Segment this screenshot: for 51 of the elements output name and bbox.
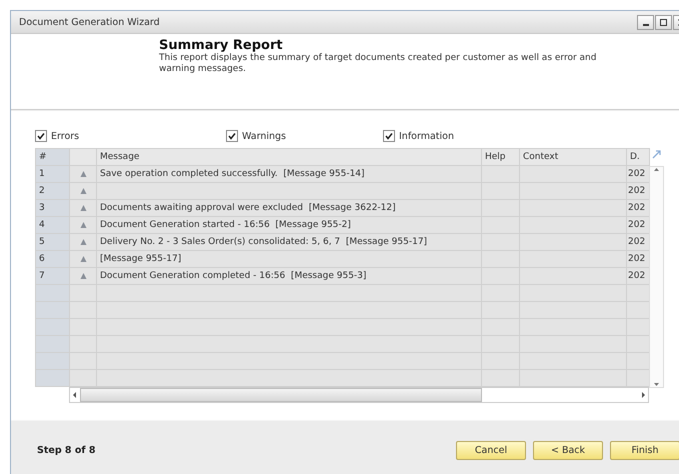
checkmark-icon <box>385 132 393 140</box>
row-number: 2 <box>36 182 70 200</box>
scrollbar-thumb[interactable] <box>80 388 482 402</box>
row-number: 5 <box>36 234 70 250</box>
window-title: Document Generation Wizard <box>19 16 161 28</box>
row-number: 7 <box>36 268 70 284</box>
checkbox[interactable] <box>383 130 395 142</box>
minimize-button[interactable] <box>637 14 654 30</box>
checkbox[interactable] <box>35 130 47 142</box>
table-cell: Document Generation completed - 16:56 [Message 955-3] <box>96 268 482 284</box>
horizontal-scrollbar[interactable] <box>69 387 649 403</box>
step-indicator: Step 8 of 8 <box>37 445 96 456</box>
triangle-icon <box>80 170 86 178</box>
row-number: 4 <box>36 216 70 234</box>
table-cell: Delivery No. 2 - 3 Sales Order(s) consolidated: 5, 6, 7 [Message 955-17] <box>96 234 482 250</box>
triangle-icon <box>80 238 86 246</box>
checkmark-icon <box>228 132 236 140</box>
triangle-icon <box>80 272 86 280</box>
maximize-button[interactable] <box>655 14 672 30</box>
row-number: 1 <box>36 166 70 182</box>
column-header[interactable]: Message <box>96 148 482 166</box>
table-cell: Save operation completed successfully. [Message 955-14] <box>96 166 482 182</box>
cancel-button[interactable]: Cancel <box>456 441 526 460</box>
checkbox[interactable] <box>226 130 238 142</box>
scroll-down-icon <box>653 382 660 387</box>
row-number: 6 <box>36 250 70 268</box>
back-button[interactable]: < Back <box>533 441 603 460</box>
expand-icon <box>652 150 661 159</box>
triangle-icon <box>80 255 86 263</box>
triangle-icon <box>80 187 86 195</box>
table-cell: Document Generation started - 16:56 [Message 955-2] <box>96 216 482 234</box>
scroll-up-icon <box>653 167 660 172</box>
checkbox-label: Warnings <box>242 130 286 142</box>
table-cell: [Message 955-17] <box>96 250 482 268</box>
report-description: This report displays the summary of target documents created per customer as well as error and warning messages. <box>159 53 598 75</box>
maximize-icon <box>660 18 667 26</box>
checkbox-label: Information <box>399 130 454 142</box>
column-header[interactable]: Help <box>482 148 520 166</box>
column-header[interactable]: Context <box>520 148 626 166</box>
finish-button[interactable]: Finish <box>610 441 679 460</box>
vertical-scrollbar[interactable] <box>649 166 664 388</box>
checkmark-icon <box>37 132 45 140</box>
table-cell: Documents awaiting approval were excluded [Message 3622-12] <box>96 200 482 216</box>
column-header[interactable]: # <box>36 148 70 166</box>
minimize-icon <box>642 24 648 26</box>
checkbox-label: Errors <box>51 130 80 142</box>
row-number: 3 <box>36 200 70 216</box>
column-header[interactable]: D. <box>626 148 650 166</box>
triangle-icon <box>80 204 86 212</box>
triangle-icon <box>80 221 86 229</box>
report-title: Summary Report <box>159 38 284 53</box>
